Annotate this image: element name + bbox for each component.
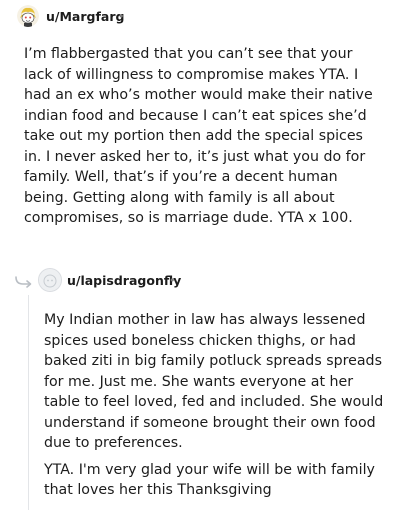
snoo-avatar-icon [17,5,39,27]
thread-line[interactable] [28,295,29,510]
user-avatar[interactable] [17,5,39,27]
reply-arrow-icon [15,276,32,288]
comment-body: I’m flabbergasted that you can’t see tha… [24,46,373,226]
comment-author[interactable]: u/lapisdragonfly [67,273,181,288]
comment-body: My Indian mother in law has always lesse… [44,310,384,507]
comment-paragraph: YTA. I'm very glad your wife will be wit… [44,461,375,499]
meta-separator: • [118,10,125,23]
comment-paragraph: My Indian mother in law has always lesse… [44,312,384,451]
user-avatar[interactable] [38,268,62,292]
default-avatar-icon [39,269,61,291]
comment-author[interactable]: u/Margfarg [46,9,124,24]
meta-separator: • [169,274,176,287]
